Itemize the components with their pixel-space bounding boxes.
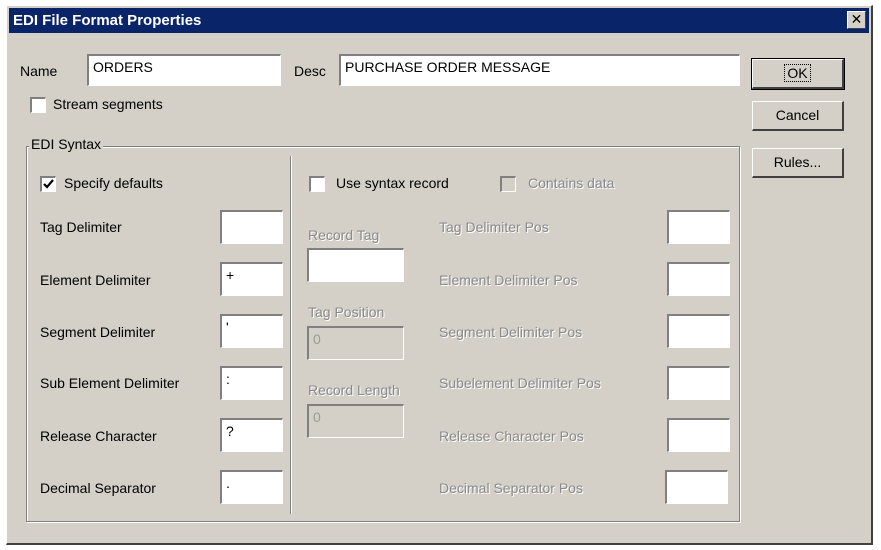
element-delimiter-input[interactable]: +	[220, 262, 283, 296]
specify-defaults-label: Specify defaults	[64, 175, 163, 191]
cancel-button[interactable]: Cancel	[752, 101, 844, 131]
segment-delimiter-input[interactable]: '	[220, 314, 283, 348]
checkmark-icon	[43, 179, 54, 189]
subelement-delimiter-pos-label: Subelement Delimiter Pos	[439, 375, 601, 391]
stream-segments-checkbox[interactable]	[30, 97, 46, 113]
use-syntax-record-label: Use syntax record	[336, 175, 449, 191]
decimal-separator-label: Decimal Separator	[40, 480, 156, 496]
element-delimiter-pos-label: Element Delimiter Pos	[439, 272, 578, 288]
close-button[interactable]: ✕	[847, 11, 866, 29]
decimal-separator-input[interactable]: .	[220, 470, 283, 504]
desc-input[interactable]: PURCHASE ORDER MESSAGE	[339, 54, 740, 86]
title-bar[interactable]: EDI File Format Properties ✕	[9, 8, 869, 33]
stream-segments-label: Stream segments	[53, 96, 163, 112]
contains-data-checkbox[interactable]	[500, 176, 516, 192]
record-tag-input[interactable]	[307, 248, 404, 282]
name-input[interactable]: ORDERS	[87, 54, 281, 86]
decimal-separator-pos-label: Decimal Separator Pos	[439, 480, 583, 496]
element-delimiter-pos-input[interactable]	[667, 262, 730, 296]
sub-element-delimiter-label: Sub Element Delimiter	[40, 375, 180, 391]
release-character-input[interactable]: ?	[220, 418, 283, 452]
contains-data-label: Contains data	[528, 175, 615, 191]
ok-button-label: OK	[784, 64, 811, 82]
segment-delimiter-pos-label: Segment Delimiter Pos	[439, 324, 583, 340]
group-divider	[290, 156, 291, 514]
use-syntax-record-checkbox[interactable]	[309, 176, 325, 192]
sub-element-delimiter-input[interactable]: :	[220, 366, 283, 400]
record-length-label: Record Length	[308, 382, 400, 398]
release-character-pos-label: Release Character Pos	[439, 428, 584, 444]
specify-defaults-checkbox[interactable]	[40, 176, 56, 192]
rules-button[interactable]: Rules...	[752, 148, 844, 178]
name-label: Name	[20, 63, 58, 79]
release-character-label: Release Character	[40, 428, 157, 444]
record-tag-label: Record Tag	[308, 227, 380, 243]
desc-label: Desc	[294, 63, 326, 79]
tag-delimiter-input[interactable]	[220, 210, 283, 244]
tag-position-label: Tag Position	[308, 304, 385, 320]
edi-syntax-group-title: EDI Syntax	[29, 136, 104, 152]
release-character-pos-input[interactable]	[667, 418, 730, 452]
element-delimiter-label: Element Delimiter	[40, 272, 151, 288]
tag-position-input[interactable]: 0	[307, 326, 404, 360]
tag-delimiter-pos-input[interactable]	[667, 210, 730, 244]
ok-button[interactable]: OK	[751, 58, 845, 90]
decimal-separator-pos-input[interactable]	[665, 470, 728, 504]
segment-delimiter-label: Segment Delimiter	[40, 324, 156, 340]
dialog-window: EDI File Format Properties ✕ Name ORDERS…	[6, 5, 873, 545]
record-length-input[interactable]: 0	[307, 404, 404, 438]
window-title: EDI File Format Properties	[13, 12, 202, 29]
tag-delimiter-label: Tag Delimiter	[40, 219, 122, 235]
subelement-delimiter-pos-input[interactable]	[667, 366, 730, 400]
tag-delimiter-pos-label: Tag Delimiter Pos	[439, 219, 549, 235]
segment-delimiter-pos-input[interactable]	[667, 314, 730, 348]
close-icon: ✕	[850, 11, 863, 27]
